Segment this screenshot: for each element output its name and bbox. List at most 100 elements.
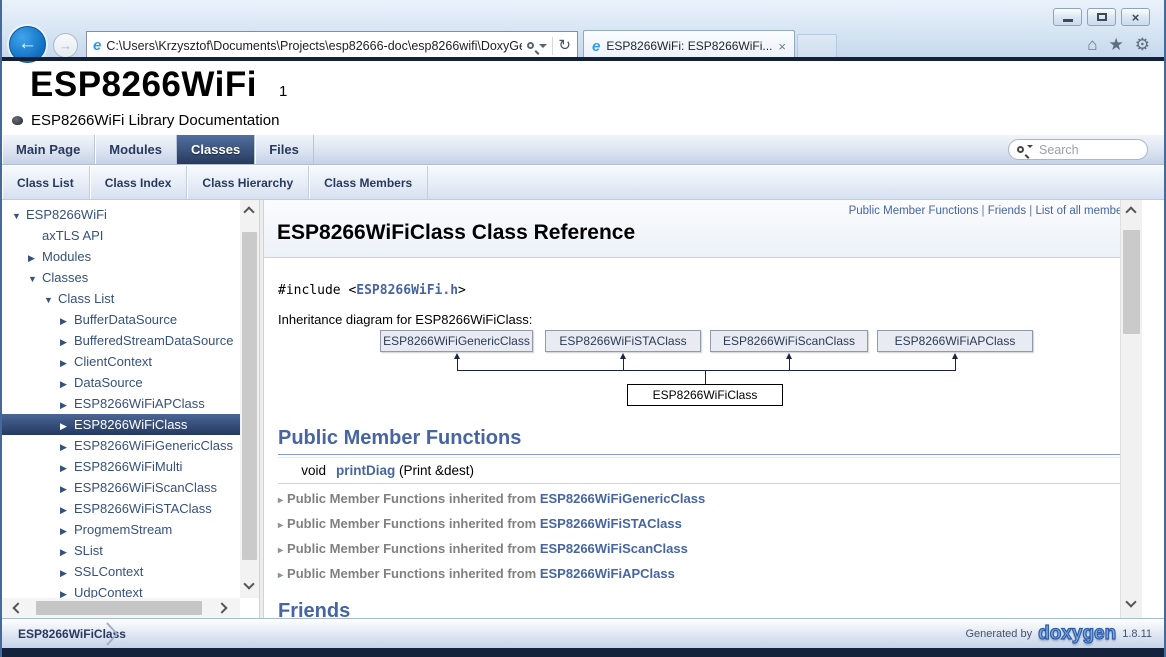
- scroll-up-icon[interactable]: [1125, 206, 1136, 217]
- nav-tab-modules[interactable]: Modules: [95, 135, 177, 164]
- project-logo-icon: [12, 116, 23, 125]
- inherited-class-link[interactable]: ESP8266WiFiScanClass: [540, 541, 688, 556]
- subnav-tab-class-index[interactable]: Class Index: [90, 166, 188, 199]
- body-area: ▼ESP8266WiFiaxTLS API▶Modules▼Classes▼Cl…: [2, 200, 1164, 618]
- inherited-section-esp8266wifiapclass[interactable]: ▸Public Member Functions inherited from …: [278, 566, 1128, 581]
- tree-item-label: ESP8266WiFiClass: [74, 417, 187, 432]
- inherited-section-esp8266wifistaclass[interactable]: ▸Public Member Functions inherited from …: [278, 516, 1128, 531]
- tree-item-clientcontext[interactable]: ▶ClientContext: [2, 351, 240, 372]
- back-arrow-icon: ←: [18, 33, 37, 54]
- diagram-box-esp8266wifistaclass[interactable]: ESP8266WiFiSTAClass: [545, 330, 701, 352]
- address-search-icon[interactable]: [527, 42, 534, 49]
- tree-right-arrow-icon[interactable]: ▶: [60, 542, 74, 563]
- summary-link-list-of-all-members[interactable]: List of all members: [1035, 205, 1132, 217]
- refresh-icon[interactable]: ↻: [558, 38, 571, 53]
- tree-right-arrow-icon[interactable]: ▶: [60, 353, 74, 374]
- scroll-down-icon[interactable]: [1125, 596, 1136, 607]
- tree-item-slist[interactable]: ▶SList: [2, 540, 240, 561]
- nav-tab-classes[interactable]: Classes: [177, 135, 255, 164]
- inherited-section-esp8266wifiscanclass[interactable]: ▸Public Member Functions inherited from …: [278, 541, 1128, 556]
- inherited-class-link[interactable]: ESP8266WiFiSTAClass: [540, 516, 682, 531]
- tree-right-arrow-icon[interactable]: ▶: [60, 311, 74, 332]
- tree-right-arrow-icon[interactable]: ▶: [60, 416, 74, 437]
- tree-right-arrow-icon[interactable]: ▶: [60, 332, 74, 353]
- forward-button[interactable]: →: [53, 33, 78, 58]
- tree-item-class-list[interactable]: ▼Class List: [2, 288, 240, 309]
- tree-right-arrow-icon[interactable]: ▶: [60, 521, 74, 542]
- tree-down-arrow-icon[interactable]: ▼: [44, 290, 58, 311]
- diagram-box-esp8266wifiapclass[interactable]: ESP8266WiFiAPClass: [877, 330, 1033, 352]
- address-bar[interactable]: e C:\Users\Krzysztof\Documents\Projects\…: [86, 31, 578, 60]
- diagram-box-esp8266wifigenericclass[interactable]: ESP8266WiFiGenericClass: [380, 330, 533, 352]
- tree-right-arrow-icon[interactable]: ▶: [60, 437, 74, 458]
- summary-link-public-member-functions[interactable]: Public Member Functions: [849, 205, 979, 217]
- diagram-box-esp8266wifiscanclass[interactable]: ESP8266WiFiScanClass: [710, 330, 868, 352]
- inherited-class-link[interactable]: ESP8266WiFiGenericClass: [540, 491, 705, 506]
- tree-down-arrow-icon[interactable]: ▼: [12, 206, 26, 227]
- inherited-class-link[interactable]: ESP8266WiFiAPClass: [540, 566, 675, 581]
- subnav-tab-class-hierarchy[interactable]: Class Hierarchy: [187, 166, 309, 199]
- search-caret-icon[interactable]: [1027, 145, 1033, 148]
- tree-item-sslcontext[interactable]: ▶SSLContext: [2, 561, 240, 582]
- address-text[interactable]: C:\Users\Krzysztof\Documents\Projects\es…: [106, 39, 522, 53]
- inherited-section-esp8266wifigenericclass[interactable]: ▸Public Member Functions inherited from …: [278, 491, 1128, 506]
- close-button[interactable]: ×: [1121, 8, 1150, 26]
- tab-close-icon[interactable]: ×: [778, 40, 786, 53]
- subnav-tab-class-list[interactable]: Class List: [2, 166, 90, 199]
- tree-item-progmemstream[interactable]: ▶ProgmemStream: [2, 519, 240, 540]
- scroll-up-icon[interactable]: [243, 206, 254, 217]
- tree-horizontal-scrollbar[interactable]: [2, 598, 240, 618]
- tree-item-esp8266wifiapclass[interactable]: ▶ESP8266WiFiAPClass: [2, 393, 240, 414]
- inherit-stem-line: [705, 371, 706, 384]
- tree-item-datasource[interactable]: ▶DataSource: [2, 372, 240, 393]
- member-link-printdiag[interactable]: printDiag: [336, 463, 395, 478]
- tree-right-arrow-icon[interactable]: ▶: [60, 374, 74, 395]
- tree-item-esp8266wifi[interactable]: ▼ESP8266WiFi: [2, 204, 240, 225]
- search-icon[interactable]: [1017, 146, 1024, 153]
- tree-right-arrow-icon[interactable]: ▶: [60, 563, 74, 584]
- tree-item-esp8266wifistaclass[interactable]: ▶ESP8266WiFiSTAClass: [2, 498, 240, 519]
- tree-item-bufferedstreamdatasource[interactable]: ▶BufferedStreamDataSource: [2, 330, 240, 351]
- maximize-button[interactable]: [1087, 8, 1116, 26]
- tree-down-arrow-icon[interactable]: ▼: [28, 269, 42, 290]
- doxygen-logo[interactable]: doxygen: [1038, 623, 1116, 645]
- address-dropdown-icon[interactable]: [539, 44, 547, 48]
- minimize-button[interactable]: [1053, 8, 1082, 26]
- subnav-tab-class-members[interactable]: Class Members: [309, 166, 428, 199]
- inherited-sections: ▸Public Member Functions inherited from …: [278, 491, 1128, 581]
- tree-item-udpcontext[interactable]: ▶UdpContext: [2, 582, 240, 598]
- tree-item-axtls-api[interactable]: axTLS API: [2, 225, 240, 246]
- search-box[interactable]: Search: [1008, 139, 1148, 160]
- tree-right-arrow-icon[interactable]: ▶: [60, 458, 74, 479]
- scroll-left-icon[interactable]: [12, 602, 23, 613]
- tree-vertical-scrollbar[interactable]: [240, 200, 259, 598]
- tree-right-arrow-icon[interactable]: ▶: [60, 479, 74, 500]
- tree-item-esp8266wifimulti[interactable]: ▶ESP8266WiFiMulti: [2, 456, 240, 477]
- tree-item-bufferdatasource[interactable]: ▶BufferDataSource: [2, 309, 240, 330]
- include-file-link[interactable]: ESP8266WiFi.h: [356, 283, 458, 298]
- tree-right-arrow-icon[interactable]: ▶: [60, 395, 74, 416]
- tree-right-arrow-icon[interactable]: ▶: [60, 500, 74, 521]
- tree-item-modules[interactable]: ▶Modules: [2, 246, 240, 267]
- maximize-icon: [1097, 13, 1107, 21]
- diagram-box-esp8266wificlass: ESP8266WiFiClass: [627, 384, 783, 406]
- content-scrollbar-thumb[interactable]: [1123, 230, 1140, 334]
- tree-item-esp8266wificlass[interactable]: ▶ESP8266WiFiClass: [2, 414, 240, 435]
- home-icon[interactable]: ⌂: [1087, 36, 1097, 53]
- tree-item-esp8266wifiscanclass[interactable]: ▶ESP8266WiFiScanClass: [2, 477, 240, 498]
- scroll-down-icon[interactable]: [243, 578, 254, 589]
- summary-link-friends[interactable]: Friends: [988, 205, 1026, 217]
- tree-hscrollbar-thumb[interactable]: [36, 601, 202, 615]
- content-vertical-scrollbar[interactable]: [1120, 200, 1142, 618]
- nav-tab-files[interactable]: Files: [255, 135, 314, 164]
- tree-item-classes[interactable]: ▼Classes: [2, 267, 240, 288]
- favorites-star-icon[interactable]: ★: [1109, 36, 1124, 53]
- settings-gear-icon[interactable]: ⚙: [1135, 36, 1150, 53]
- include-prefix: #include <: [278, 283, 356, 298]
- tree-right-arrow-icon[interactable]: ▶: [28, 248, 42, 269]
- nav-tab-main-page[interactable]: Main Page: [2, 135, 95, 164]
- scroll-right-icon[interactable]: [216, 602, 227, 613]
- tree-right-arrow-icon[interactable]: ▶: [60, 584, 74, 598]
- tree-item-esp8266wifigenericclass[interactable]: ▶ESP8266WiFiGenericClass: [2, 435, 240, 456]
- tree-scrollbar-thumb[interactable]: [242, 232, 257, 560]
